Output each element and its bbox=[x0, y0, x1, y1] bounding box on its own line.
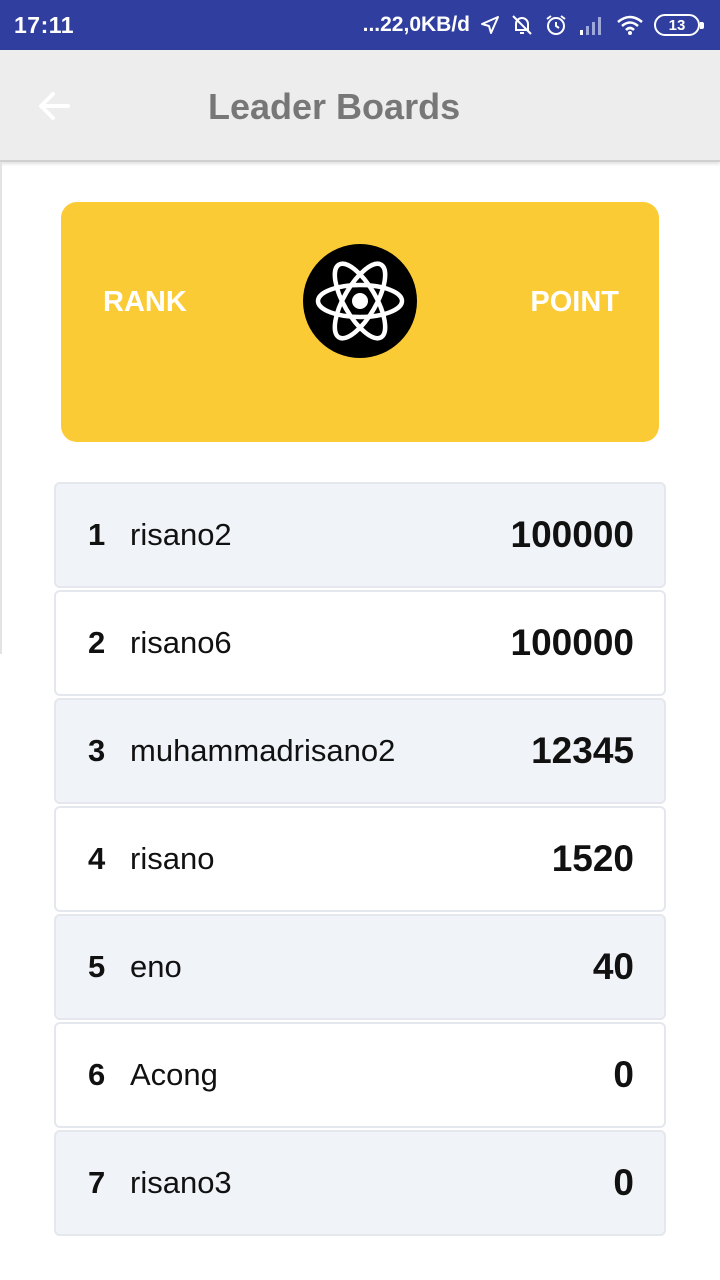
network-speed: ...22,0KB/d bbox=[362, 13, 470, 36]
list-item[interactable]: 5 eno 40 bbox=[54, 914, 666, 1020]
rank-header: RANK bbox=[103, 286, 187, 318]
rank-number: 6 bbox=[88, 1057, 106, 1092]
list-item[interactable]: 6 Acong 0 bbox=[54, 1022, 666, 1128]
list-item[interactable]: 4 risano 1520 bbox=[54, 806, 666, 912]
location-icon bbox=[480, 15, 500, 35]
point-header: POINT bbox=[530, 286, 619, 318]
rank-number: 7 bbox=[88, 1165, 106, 1200]
player-points: 0 bbox=[613, 1054, 634, 1095]
battery-icon: 13 bbox=[654, 14, 704, 36]
rank-number: 5 bbox=[88, 949, 106, 984]
player-name: risano bbox=[130, 841, 215, 876]
rank-number: 4 bbox=[88, 841, 106, 876]
list-item[interactable]: 2 risano6 100000 bbox=[54, 590, 666, 696]
status-time: 17:11 bbox=[14, 11, 75, 38]
divider bbox=[0, 162, 2, 654]
arrow-left-icon bbox=[39, 92, 70, 120]
player-points: 100000 bbox=[510, 622, 634, 663]
leaderboard-header-card: RANK POINT bbox=[61, 202, 659, 442]
list-item[interactable]: 1 risano2 100000 bbox=[54, 482, 666, 588]
app-bar: Leader Boards bbox=[0, 50, 720, 162]
rank-number: 3 bbox=[88, 733, 106, 768]
player-points: 40 bbox=[592, 946, 634, 987]
player-name: risano2 bbox=[130, 517, 232, 552]
alarm-icon bbox=[544, 13, 568, 37]
signal-icon bbox=[578, 14, 606, 36]
wifi-icon bbox=[616, 14, 644, 36]
back-button[interactable] bbox=[28, 80, 80, 132]
list-item[interactable]: 7 risano3 0 bbox=[54, 1130, 666, 1236]
leaderboard-list: 1 risano2 100000 2 risano6 100000 3 muha… bbox=[54, 482, 666, 1238]
rank-number: 1 bbox=[88, 517, 106, 552]
player-name: Acong bbox=[130, 1057, 218, 1092]
status-bar: 17:11 ...22,0KB/d 13 bbox=[0, 0, 720, 50]
player-points: 12345 bbox=[531, 730, 634, 771]
list-item[interactable]: 3 muhammadrisano2 12345 bbox=[54, 698, 666, 804]
page-title: Leader Boards bbox=[208, 86, 461, 127]
player-points: 100000 bbox=[510, 514, 634, 555]
player-name: risano6 bbox=[130, 625, 232, 660]
player-name: muhammadrisano2 bbox=[130, 733, 396, 768]
notifications-off-icon bbox=[510, 13, 534, 37]
rank-number: 2 bbox=[88, 625, 106, 660]
react-atom-icon bbox=[303, 244, 417, 358]
player-points: 0 bbox=[613, 1162, 634, 1203]
player-name: risano3 bbox=[130, 1165, 232, 1200]
status-icons: ...22,0KB/d 13 bbox=[363, 13, 706, 37]
player-name: eno bbox=[130, 949, 182, 984]
player-points: 1520 bbox=[551, 838, 634, 879]
